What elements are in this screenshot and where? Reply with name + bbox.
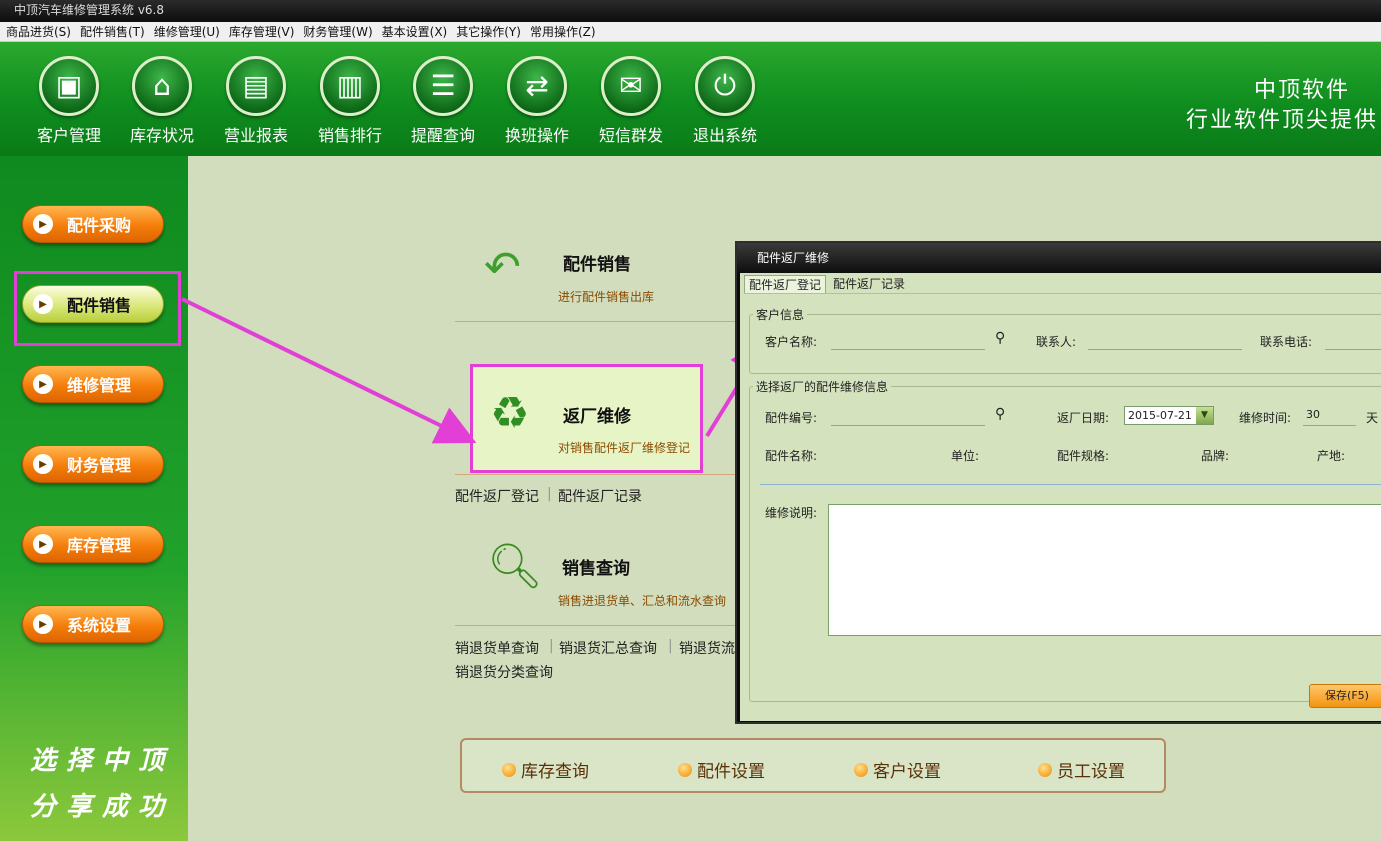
dialog-title-bar[interactable]: 配件返厂维修	[737, 243, 1381, 273]
save-button[interactable]: 保存(F5)	[1309, 684, 1381, 708]
part-name-label: 配件名称:	[765, 449, 818, 463]
binoculars-icon[interactable]: ⚲	[995, 330, 1005, 346]
repair-info-group-label: 选择返厂的配件维修信息	[753, 378, 892, 395]
divider	[760, 484, 1381, 485]
dialog-body: 配件返厂登记 配件返厂记录 客户信息 客户名称: ⚲ 联系人: 联系电话: 选择…	[740, 273, 1381, 721]
return-date-picker[interactable]: 2015-07-21 ▼	[1124, 406, 1214, 425]
repair-time-value[interactable]: 30	[1306, 408, 1320, 421]
phone-field[interactable]	[1325, 349, 1381, 350]
tab-panel: 客户信息 客户名称: ⚲ 联系人: 联系电话: 选择返厂的配件维修信息 配件编号…	[744, 293, 1381, 719]
tab-return-records[interactable]: 配件返厂记录	[829, 275, 909, 293]
arrow-to-return-card	[181, 297, 477, 444]
repair-time-field[interactable]	[1303, 425, 1356, 426]
part-no-field[interactable]	[831, 425, 985, 426]
repair-time-label: 维修时间:	[1239, 411, 1292, 425]
phone-label: 联系电话:	[1260, 335, 1313, 349]
customer-name-label: 客户名称:	[765, 335, 818, 349]
repair-note-textarea[interactable]	[828, 504, 1381, 636]
return-date-label: 返厂日期:	[1057, 411, 1110, 425]
dialog-title: 配件返厂维修	[757, 251, 830, 265]
part-no-label: 配件编号:	[765, 411, 818, 425]
brand-label: 品牌:	[1201, 449, 1230, 463]
contact-label: 联系人:	[1036, 335, 1077, 349]
return-repair-dialog: 配件返厂维修 配件返厂登记 配件返厂记录 客户信息 客户名称: ⚲ 联系人: 联…	[735, 241, 1381, 724]
customer-name-field[interactable]	[831, 349, 985, 350]
repair-note-label: 维修说明:	[765, 506, 818, 520]
origin-label: 产地:	[1317, 449, 1346, 463]
repair-time-unit: 天	[1366, 411, 1379, 425]
unit-label: 单位:	[951, 449, 980, 463]
binoculars-icon[interactable]: ⚲	[995, 406, 1005, 422]
tab-return-register[interactable]: 配件返厂登记	[744, 275, 827, 293]
spec-label: 配件规格:	[1057, 449, 1110, 463]
customer-info-group-label: 客户信息	[753, 306, 808, 323]
chevron-down-icon[interactable]: ▼	[1196, 407, 1213, 424]
return-date-value: 2015-07-21	[1128, 409, 1192, 422]
contact-field[interactable]	[1088, 349, 1242, 350]
